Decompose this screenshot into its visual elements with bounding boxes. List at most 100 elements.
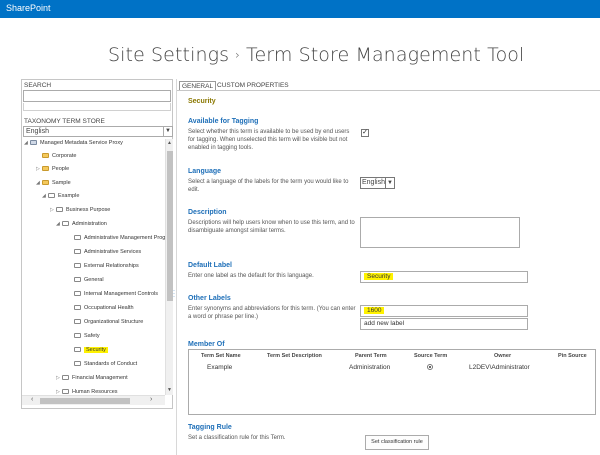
tree-node[interactable]: Security [68, 346, 108, 354]
term-language-select[interactable]: English ▼ [360, 177, 395, 189]
term-tree: ◢ Managed Metadata Service Proxy Corporate… [22, 139, 165, 395]
breadcrumb-site-settings[interactable]: Site Settings [108, 44, 229, 66]
chevron-down-icon: ▼ [385, 178, 394, 188]
tree-node-label: Corporate [52, 153, 77, 159]
default-label-value: Security [364, 273, 394, 280]
pane-splitter[interactable] [176, 79, 177, 455]
set-classification-rule-button[interactable]: Set classification rule [365, 435, 429, 450]
other-labels-help: Enter synonyms and abbreviations for thi… [188, 306, 356, 320]
description-textarea[interactable] [360, 217, 520, 248]
default-label-input[interactable]: Security [360, 271, 528, 283]
column-header: Term Set Description [267, 353, 322, 359]
tree-node-label: Organizational Structure [84, 319, 144, 325]
tree-node-label: Security [84, 347, 108, 353]
tab-divider [177, 90, 600, 91]
member-owner: L2DEV\Administrator [469, 364, 530, 371]
tree-node[interactable]: ◢ Managed Metadata Service Proxy [24, 139, 123, 147]
column-header: Owner [494, 353, 512, 359]
tree-node[interactable]: Occupational Health [68, 304, 134, 312]
tree-node-label: General [84, 277, 104, 283]
term-icon [74, 277, 81, 282]
language-select-value: English [26, 128, 49, 135]
tree-node-label: Administration [72, 221, 107, 227]
folder-icon [42, 180, 49, 185]
tree-node[interactable]: General [68, 276, 104, 284]
tree-vertical-scrollbar[interactable]: ▲ ▼ [165, 139, 173, 395]
member-parent-term: Administration [349, 364, 391, 371]
scroll-left-icon[interactable]: ‹ [31, 396, 33, 403]
tree-node[interactable]: Organizational Structure [68, 318, 143, 326]
splitter-grip-icon[interactable]: · · · [173, 288, 175, 300]
other-label-value: 1600 [364, 307, 385, 314]
scroll-down-icon[interactable]: ▼ [167, 387, 172, 393]
tree-node[interactable]: Standards of Conduct [68, 360, 137, 368]
language-select[interactable]: English ▼ [23, 126, 173, 137]
tree-node[interactable]: Safety [68, 332, 100, 340]
term-icon [62, 221, 69, 226]
tree-node-label: Business Purpose [66, 207, 111, 213]
tree-node[interactable]: ◢ Administration [56, 220, 107, 228]
column-header: Parent Term [355, 353, 387, 359]
source-term-radio[interactable] [427, 364, 433, 370]
other-label-input[interactable]: 1600 [360, 305, 528, 317]
tree-node[interactable]: ▷ Financial Management [56, 374, 128, 382]
available-for-tagging-checkbox[interactable]: ✓ [361, 129, 369, 137]
tree-node[interactable]: Internal Management Controls [68, 290, 158, 298]
breadcrumb-current: Term Store Management Tool [246, 44, 525, 66]
tree-node[interactable]: ◢ Example [42, 192, 79, 200]
tree-node-label: Example [58, 193, 80, 199]
tree-node[interactable]: ▷ Human Resources [56, 388, 118, 395]
db-icon [30, 140, 37, 145]
tree-node-label: Safety [84, 333, 100, 339]
term-icon [74, 305, 81, 310]
language-heading: Language [188, 168, 222, 175]
scroll-thumb[interactable] [40, 398, 130, 404]
tree-horizontal-scrollbar[interactable]: ‹ › [22, 395, 165, 405]
tree-node[interactable]: Administrative Management Prog [68, 234, 165, 242]
folder-icon [42, 153, 49, 158]
other-labels-heading: Other Labels [188, 295, 231, 302]
tree-node[interactable]: Administrative Services [68, 248, 141, 256]
page-title: Site Settings › Term Store Management Tool [108, 44, 524, 66]
tree-node-label: Financial Management [72, 375, 128, 381]
tree-node[interactable]: ▷ Business Purpose [50, 206, 110, 214]
scroll-up-icon[interactable]: ▲ [167, 140, 172, 146]
search-results-area [23, 103, 171, 111]
column-header: Pin Source [558, 353, 587, 359]
chevron-down-icon: ▼ [163, 126, 172, 137]
search-input[interactable] [23, 90, 171, 102]
tree-node[interactable]: ◢ Sample [36, 179, 71, 187]
description-help: Descriptions will help users know when t… [188, 220, 355, 234]
default-label-heading: Default Label [188, 262, 232, 269]
member-of-heading: Member Of [188, 341, 225, 348]
member-of-table: Term Set Name Term Set Description Paren… [188, 349, 596, 415]
term-store-label: TAXONOMY TERM STORE [24, 118, 105, 125]
taxonomy-pane: SEARCH TAXONOMY TERM STORE English ▼ ◢ Ma… [21, 79, 173, 409]
term-icon [56, 207, 63, 212]
brand-label[interactable]: SharePoint [6, 3, 51, 13]
tree-node-label: Managed Metadata Service Proxy [40, 140, 123, 146]
term-icon [74, 333, 81, 338]
tree-node[interactable]: ▷ People [36, 165, 69, 173]
tree-node[interactable]: Corporate [36, 152, 76, 160]
term-icon [74, 235, 81, 240]
tree-node-label: Administrative Services [84, 249, 142, 255]
description-heading: Description [188, 209, 227, 216]
folder-icon [42, 166, 49, 171]
term-icon [74, 249, 81, 254]
tree-node-label: Occupational Health [84, 305, 134, 311]
scroll-right-icon[interactable]: › [150, 396, 152, 403]
tagging-rule-help: Set a classification rule for this Term. [188, 435, 286, 441]
column-header: Term Set Name [201, 353, 241, 359]
tree-node[interactable]: External Relationships [68, 262, 139, 270]
scroll-thumb[interactable] [167, 151, 173, 301]
term-language-value: English [362, 179, 385, 186]
tree-node-label: Standards of Conduct [84, 361, 138, 367]
term-icon [74, 263, 81, 268]
default-label-help: Enter one label as the default for this … [188, 273, 314, 279]
tagging-description: Select whether this term is available to… [188, 129, 350, 151]
search-label: SEARCH [24, 82, 52, 89]
member-term-set: Example [207, 364, 233, 371]
language-description: Select a language of the labels for the … [188, 179, 349, 193]
add-new-label-input[interactable]: add new label [360, 318, 528, 330]
